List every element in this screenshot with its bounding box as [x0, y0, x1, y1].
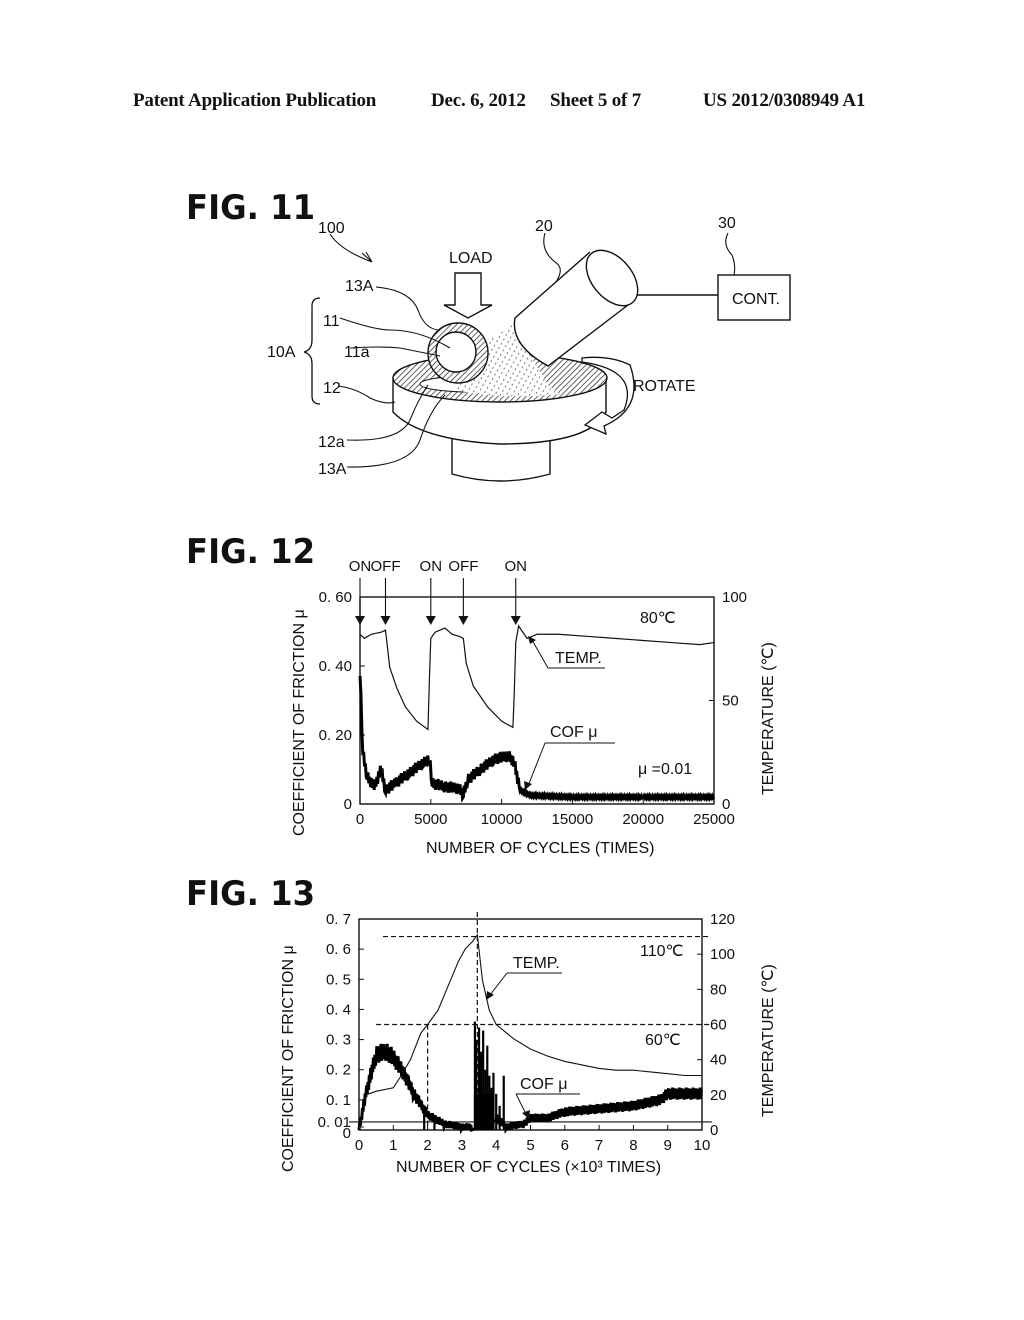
fig13-temp-label: TEMP.: [513, 955, 560, 972]
fig13-y-axis-label: COEFFICIENT OF FRICTION μ: [280, 945, 297, 1172]
fig12-event-label: ON: [505, 558, 528, 575]
fig12-y-tick-label: 0. 20: [319, 727, 352, 744]
fig13-y2-axis-label: TEMPERATURE (℃): [760, 964, 777, 1117]
fig12-y-tick-label: 0: [344, 796, 352, 813]
fig13-y-tick-label: 0. 01: [318, 1114, 351, 1131]
fig13-x-tick-label: 3: [458, 1137, 466, 1154]
label-13a-top: 13A: [345, 278, 374, 295]
fig12-temp-series: [359, 624, 715, 731]
label-20: 20: [535, 218, 553, 235]
fig13-cof-series: [357, 1043, 703, 1135]
ball-11: [427, 322, 489, 384]
fig13-threshold-label: 60℃: [645, 1032, 681, 1049]
label-11a: 11a: [344, 344, 370, 361]
fig12-plot-frame: [359, 596, 715, 805]
label-cont: CONT.: [732, 291, 780, 308]
fig12-event-label: ON: [349, 558, 372, 575]
label-12: 12: [323, 380, 341, 397]
fig13-x-tick-label: 0: [355, 1137, 363, 1154]
arrow-down-icon: [425, 616, 436, 625]
fig11-diagram: 100 LOAD 13A 11 11a 10A 12 12a 13A 20 30…: [267, 215, 791, 482]
fig12-event-label: OFF: [448, 558, 478, 575]
fig13-plot-frame: [358, 918, 703, 1131]
fig13-x-tick-label: 10: [694, 1137, 711, 1154]
fig13-y-tick-label: 0. 4: [326, 1001, 351, 1018]
fig13-cof-spikes: [423, 1021, 505, 1130]
fig13-y2-tick-label: 0: [710, 1122, 718, 1139]
fig12-cof-series: [358, 675, 716, 804]
heater-20: [513, 249, 639, 367]
fig13-peak-label: 110℃: [640, 943, 683, 960]
fig12-y2-tick-label: 0: [722, 796, 730, 813]
arrow-down-icon: [355, 616, 365, 625]
fig12-y-axis-label: COEFFICIENT OF FRICTION μ: [291, 609, 308, 836]
fig12-x-tick-label: 5000: [414, 811, 447, 828]
arrow-down-icon: [510, 616, 521, 625]
fig13-x-tick-label: 9: [664, 1137, 672, 1154]
fig12-x-tick-label: 25000: [693, 811, 735, 828]
label-12a: 12a: [318, 434, 345, 451]
fig13-x-tick-label: 1: [389, 1137, 397, 1154]
fig13-x-tick-label: 5: [526, 1137, 534, 1154]
fig12-temp-label: TEMP.: [555, 650, 602, 667]
label-11: 11: [323, 313, 340, 330]
fig13-x-axis-label: NUMBER OF CYCLES (×10³ TIMES): [396, 1159, 661, 1176]
fig13-cof-label: COF μ: [520, 1076, 567, 1093]
fig13-y2-tick-label: 100: [710, 946, 735, 963]
fig13-y-tick-label: 0. 3: [326, 1032, 351, 1049]
arrow-down-icon: [380, 616, 391, 625]
fig12-y-tick-label: 0. 40: [319, 658, 352, 675]
fig12-cof-label: COF μ: [550, 724, 597, 741]
fig12-x-tick-label: 0: [356, 811, 364, 828]
fig12-event-label: OFF: [370, 558, 400, 575]
fig13-y-tick-label: 0. 2: [326, 1062, 351, 1079]
fig13-x-tick-label: 8: [629, 1137, 637, 1154]
fig12-y2-tick-label: 100: [722, 589, 747, 606]
fig13-y2-tick-label: 80: [710, 981, 727, 998]
label-100: 100: [318, 220, 345, 237]
fig13-y-tick-label: 0. 7: [326, 911, 351, 928]
fig12-temp-value: 80℃: [640, 610, 676, 627]
fig12-x-tick-label: 15000: [552, 811, 594, 828]
fig13-x-tick-label: 2: [423, 1137, 431, 1154]
assembly-brace: [303, 297, 321, 405]
load-arrow-icon: [443, 272, 493, 319]
fig12-y2-axis-label: TEMPERATURE (℃): [760, 642, 777, 795]
arrow-down-icon: [458, 616, 469, 625]
label-10a: 10A: [267, 344, 296, 361]
fig13-y2-tick-label: 60: [710, 1017, 727, 1034]
label-30: 30: [718, 215, 736, 232]
fig13-temp-series: [358, 933, 702, 1131]
fig13-y2-tick-label: 120: [710, 911, 735, 928]
fig13-title: FIG. 13: [186, 874, 316, 914]
fig13-x-tick-label: 4: [492, 1137, 500, 1154]
fig13-cof-spike-block: [473, 1093, 495, 1130]
fig12-event-label: ON: [420, 558, 443, 575]
fig13-x-tick-label: 7: [595, 1137, 603, 1154]
fig12-y2-tick-label: 50: [722, 693, 739, 710]
fig12-x-tick-label: 20000: [622, 811, 664, 828]
fig13-y-tick-label: 0. 6: [326, 941, 351, 958]
fig13-y-tick-label: 0: [343, 1125, 351, 1142]
fig12-title: FIG. 12: [186, 532, 316, 572]
fig13-y2-tick-label: 40: [710, 1052, 727, 1069]
label-load: LOAD: [449, 250, 493, 267]
fig12-y-tick-label: 0. 60: [319, 589, 352, 606]
fig13-y-tick-label: 0. 1: [326, 1092, 351, 1109]
fig12-mu-value: μ =0.01: [638, 761, 692, 778]
fig13-y-tick-label: 0. 5: [326, 971, 351, 988]
fig13-x-tick-label: 6: [561, 1137, 569, 1154]
fig12-x-tick-label: 10000: [481, 811, 523, 828]
fig13-y2-tick-label: 20: [710, 1087, 727, 1104]
label-rotate: ROTATE: [633, 378, 696, 395]
label-13a-bottom: 13A: [318, 461, 347, 478]
fig12-x-axis-label: NUMBER OF CYCLES (TIMES): [426, 840, 654, 857]
